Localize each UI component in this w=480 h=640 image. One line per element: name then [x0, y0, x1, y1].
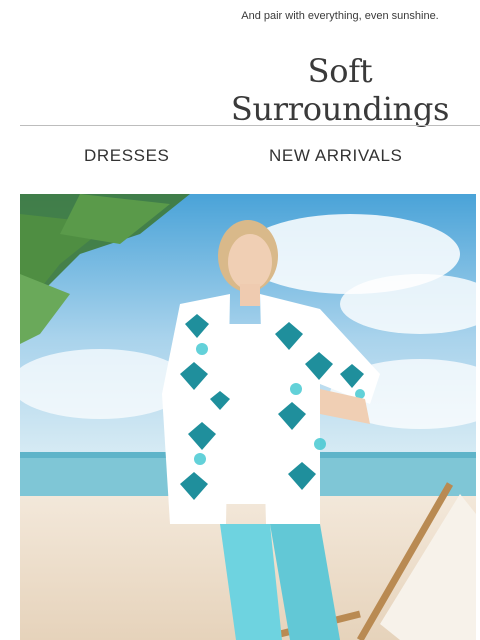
header-divider	[20, 125, 480, 126]
brand-logo[interactable]: Soft Surroundings	[200, 52, 480, 128]
hero-image	[20, 194, 476, 640]
nav-link-dresses[interactable]: DRESSES	[84, 146, 169, 166]
hero-banner[interactable]	[20, 194, 476, 640]
preheader: And pair with everything, even sunshine.	[241, 10, 439, 22]
nav-link-new-arrivals[interactable]: NEW ARRIVALS	[269, 146, 402, 166]
